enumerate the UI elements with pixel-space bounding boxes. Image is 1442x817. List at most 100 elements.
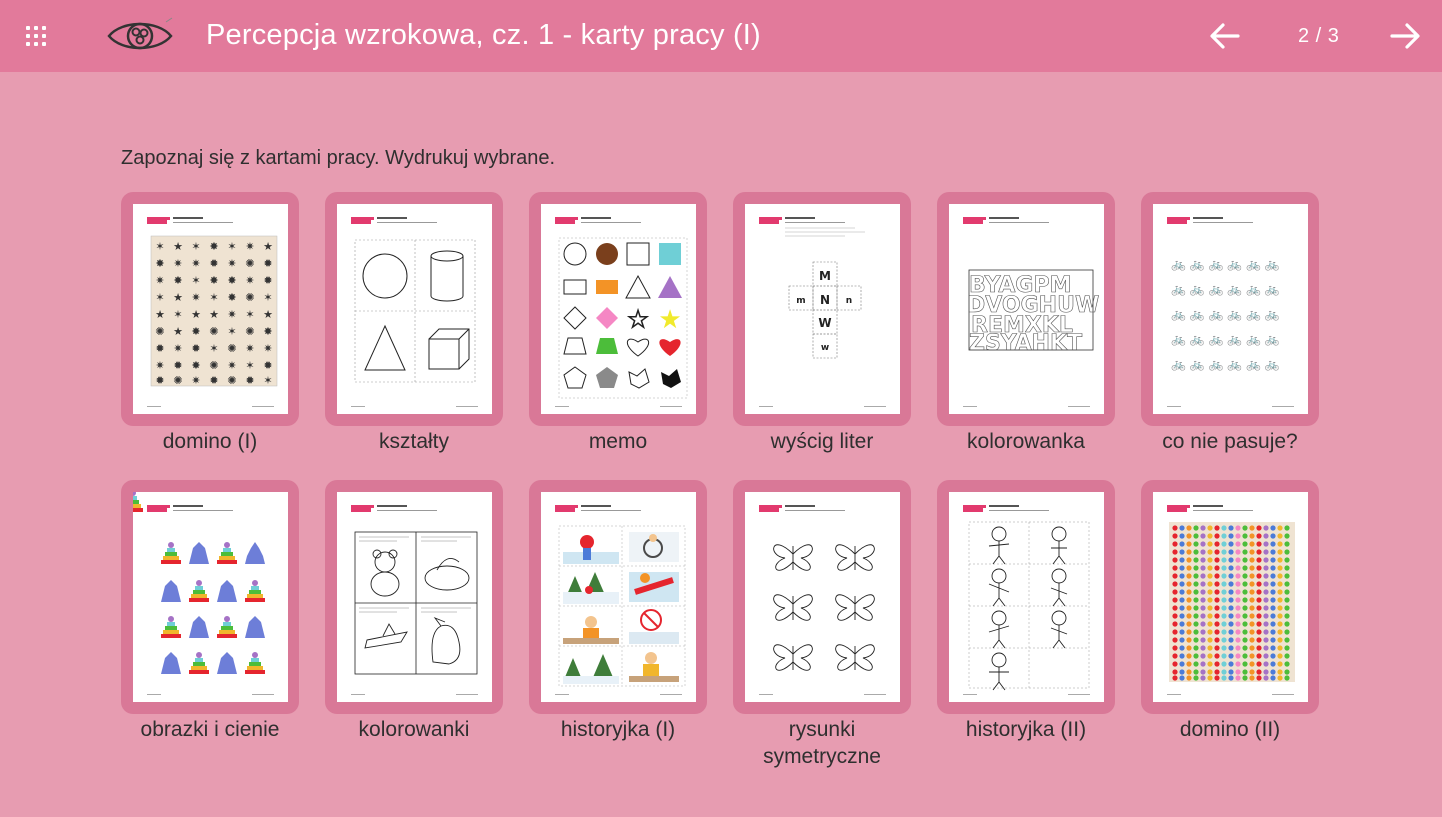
- svg-text:★: ★: [209, 308, 219, 321]
- svg-text:✹: ✹: [245, 374, 254, 387]
- svg-text:✺: ✺: [245, 257, 254, 270]
- arrow-left-icon[interactable]: [1208, 20, 1242, 52]
- svg-text:✺: ✺: [227, 342, 236, 355]
- card-label: historyjka (I): [560, 718, 676, 741]
- svg-text:✷: ✷: [155, 359, 164, 372]
- svg-text:✹: ✹: [155, 342, 164, 355]
- svg-text:✶: ✶: [263, 291, 272, 304]
- card-label: rysunki symetryczne: [763, 718, 881, 768]
- worksheet-thumbnail: ✶ ★ ✶ ✸ ✶ ✷ ★ ✸ ✷ ✷ ✹ ✷ ✺ ✹ ✷ ✸ ✶ ✸ ✸ ✷ ✹ ✶ ★ ✷ ✶ ✸ ✺ ✶ ★ ✶ ★ ★ ✷ ✶ ★ …: [133, 204, 288, 414]
- worksheet-card-wyscig-liter[interactable]: M N m n W w wyścig liter: [733, 192, 911, 455]
- worksheet-card-ksztalty[interactable]: kształty: [325, 192, 503, 455]
- svg-text:M: M: [819, 269, 831, 283]
- worksheet-card-rysunki-symetryczne[interactable]: rysunki symetryczne: [733, 480, 911, 770]
- page-title: Percepcja wzrokowa, cz. 1 - karty pracy …: [206, 19, 761, 51]
- svg-text:✺: ✺: [227, 374, 236, 387]
- memo-shapes-graphic: ☆ ★: [558, 237, 688, 399]
- svg-text:🚲 🚲 🚲 🚲 🚲 🚲: 🚲 🚲 🚲 🚲 🚲 🚲: [1171, 332, 1280, 346]
- arrow-right-icon[interactable]: [1388, 20, 1422, 52]
- worksheet-thumbnail: BYAGPM DVOGHUW REMXKL ZSYAHKT: [949, 204, 1104, 414]
- worksheet-card-memo[interactable]: ☆ ★ memo: [529, 192, 707, 455]
- worksheet-thumbnail: [337, 492, 492, 702]
- svg-text:★: ★: [155, 308, 165, 321]
- svg-text:✷: ✷: [173, 342, 182, 355]
- worksheet-thumbnail: ☆ ★: [541, 204, 696, 414]
- svg-text:✹: ✹: [263, 274, 272, 287]
- svg-text:✷: ✷: [191, 291, 200, 304]
- instruction-text: Zapoznaj się z kartami pracy. Wydrukuj w…: [121, 147, 556, 169]
- svg-text:★: ★: [263, 308, 273, 321]
- svg-text:✹: ✹: [263, 359, 272, 372]
- svg-text:✷: ✷: [263, 342, 272, 355]
- svg-text:✸: ✸: [209, 240, 218, 253]
- card-label: historyjka (II): [965, 718, 1087, 741]
- worksheet-thumbnail: [949, 492, 1104, 702]
- svg-text:✶: ✶: [209, 291, 218, 304]
- svg-text:✹: ✹: [209, 257, 218, 270]
- svg-text:✸: ✸: [227, 274, 236, 287]
- domino-grid-graphic: ✶ ★ ✶ ✸ ✶ ✷ ★ ✸ ✷ ✷ ✹ ✷ ✺ ✹ ✷ ✸ ✶ ✸ ✸ ✷ ✹ ✶ ★ ✷ ✶ ✸ ✺ ✶ ★ ✶ ★ ★ ✷ ✶ ★ …: [150, 235, 278, 387]
- coloring-pictures-graphic: [354, 531, 478, 675]
- svg-text:✶: ✶: [227, 240, 236, 253]
- svg-text:✸: ✸: [227, 291, 236, 304]
- story-winter-graphic: [558, 525, 686, 687]
- card-label: wyścig liter: [770, 430, 874, 453]
- svg-text:W: W: [818, 316, 831, 330]
- svg-text:★: ★: [173, 325, 183, 338]
- svg-text:✹: ✹: [209, 374, 218, 387]
- butterflies-graphic: [773, 544, 875, 671]
- svg-text:✺: ✺: [245, 325, 254, 338]
- svg-text:✺: ✺: [209, 325, 218, 338]
- worksheet-card-domino-2[interactable]: domino (II): [1141, 480, 1319, 743]
- card-label: obrazki i cienie: [140, 718, 280, 741]
- svg-text:★: ★: [263, 240, 273, 253]
- svg-text:✷: ✷: [245, 274, 254, 287]
- svg-text:✹: ✹: [191, 342, 200, 355]
- card-label: kształty: [378, 430, 449, 453]
- worksheet-card-co-nie-pasuje[interactable]: 🚲 🚲 🚲 🚲 🚲 🚲 🚲 🚲 🚲 🚲 🚲 🚲 🚲 🚲 🚲 🚲 🚲 🚲 🚲 🚲 …: [1141, 192, 1319, 455]
- svg-text:✸: ✸: [191, 325, 200, 338]
- svg-text:✸: ✸: [173, 274, 182, 287]
- svg-text:★: ★: [173, 240, 183, 253]
- hidden-letters-graphic: BYAGPM DVOGHUW REMXKL ZSYAHKT: [967, 269, 1100, 356]
- svg-text:w: w: [821, 343, 829, 353]
- worksheet-thumbnail: [133, 492, 288, 702]
- svg-text:☆: ☆: [626, 305, 649, 335]
- svg-text:✶: ✶: [263, 374, 272, 387]
- shapes-graphic: [354, 239, 476, 383]
- svg-text:✶: ✶: [227, 325, 236, 338]
- worksheet-card-obrazki-i-cienie[interactable]: obrazki i cienie: [121, 480, 299, 743]
- worksheet-card-kolorowanki[interactable]: kolorowanki: [325, 480, 503, 743]
- svg-text:✷: ✷: [173, 257, 182, 270]
- svg-text:✷: ✷: [245, 240, 254, 253]
- svg-text:★: ★: [173, 291, 183, 304]
- worksheet-thumbnail: [1153, 492, 1308, 702]
- card-label: domino (I): [162, 430, 258, 453]
- worksheet-card-kolorowanka[interactable]: BYAGPM DVOGHUW REMXKL ZSYAHKT kolorowank…: [937, 192, 1115, 455]
- bicycles-graphic: 🚲 🚲 🚲 🚲 🚲 🚲 🚲 🚲 🚲 🚲 🚲 🚲 🚲 🚲 🚲 🚲 🚲 🚲 🚲 🚲 …: [1171, 257, 1280, 371]
- worksheet-thumbnail: M N m n W w: [745, 204, 900, 414]
- top-bar: Percepcja wzrokowa, cz. 1 - karty pracy …: [0, 0, 1442, 72]
- svg-text:✶: ✶: [155, 240, 164, 253]
- svg-text:★: ★: [191, 308, 201, 321]
- grid-menu-icon[interactable]: [24, 24, 48, 48]
- svg-text:✷: ✷: [227, 308, 236, 321]
- svg-text:🚲 🚲 🚲 🚲 🚲 🚲: 🚲 🚲 🚲 🚲 🚲 🚲: [1171, 357, 1280, 371]
- worksheet-card-historyjka-2[interactable]: historyjka (II): [937, 480, 1115, 743]
- svg-text:✶: ✶: [155, 291, 164, 304]
- svg-text:✸: ✸: [191, 359, 200, 372]
- card-label: kolorowanki: [358, 718, 470, 741]
- svg-text:ZSYAHKT: ZSYAHKT: [969, 331, 1082, 356]
- worksheet-card-historyjka-1[interactable]: historyjka (I): [529, 480, 707, 743]
- svg-text:✹: ✹: [173, 359, 182, 372]
- card-label: kolorowanka: [967, 430, 1085, 453]
- svg-text:✶: ✶: [245, 308, 254, 321]
- worksheet-card-domino-1[interactable]: ✶ ★ ✶ ✸ ✶ ✷ ★ ✸ ✷ ✷ ✹ ✷ ✺ ✹ ✷ ✸ ✶ ✸ ✸ ✷ ✹ ✶ ★ ✷ ✶ ✸ ✺ ✶ ★ ✶ ★ ★ ✷ ✶ ★ …: [121, 192, 299, 455]
- svg-text:✺: ✺: [245, 291, 254, 304]
- svg-text:✸: ✸: [263, 325, 272, 338]
- svg-text:✷: ✷: [245, 342, 254, 355]
- card-label: domino (II): [1179, 718, 1281, 741]
- card-label: co nie pasuje?: [1162, 430, 1298, 453]
- svg-text:✷: ✷: [155, 274, 164, 287]
- svg-text:✶: ✶: [209, 342, 218, 355]
